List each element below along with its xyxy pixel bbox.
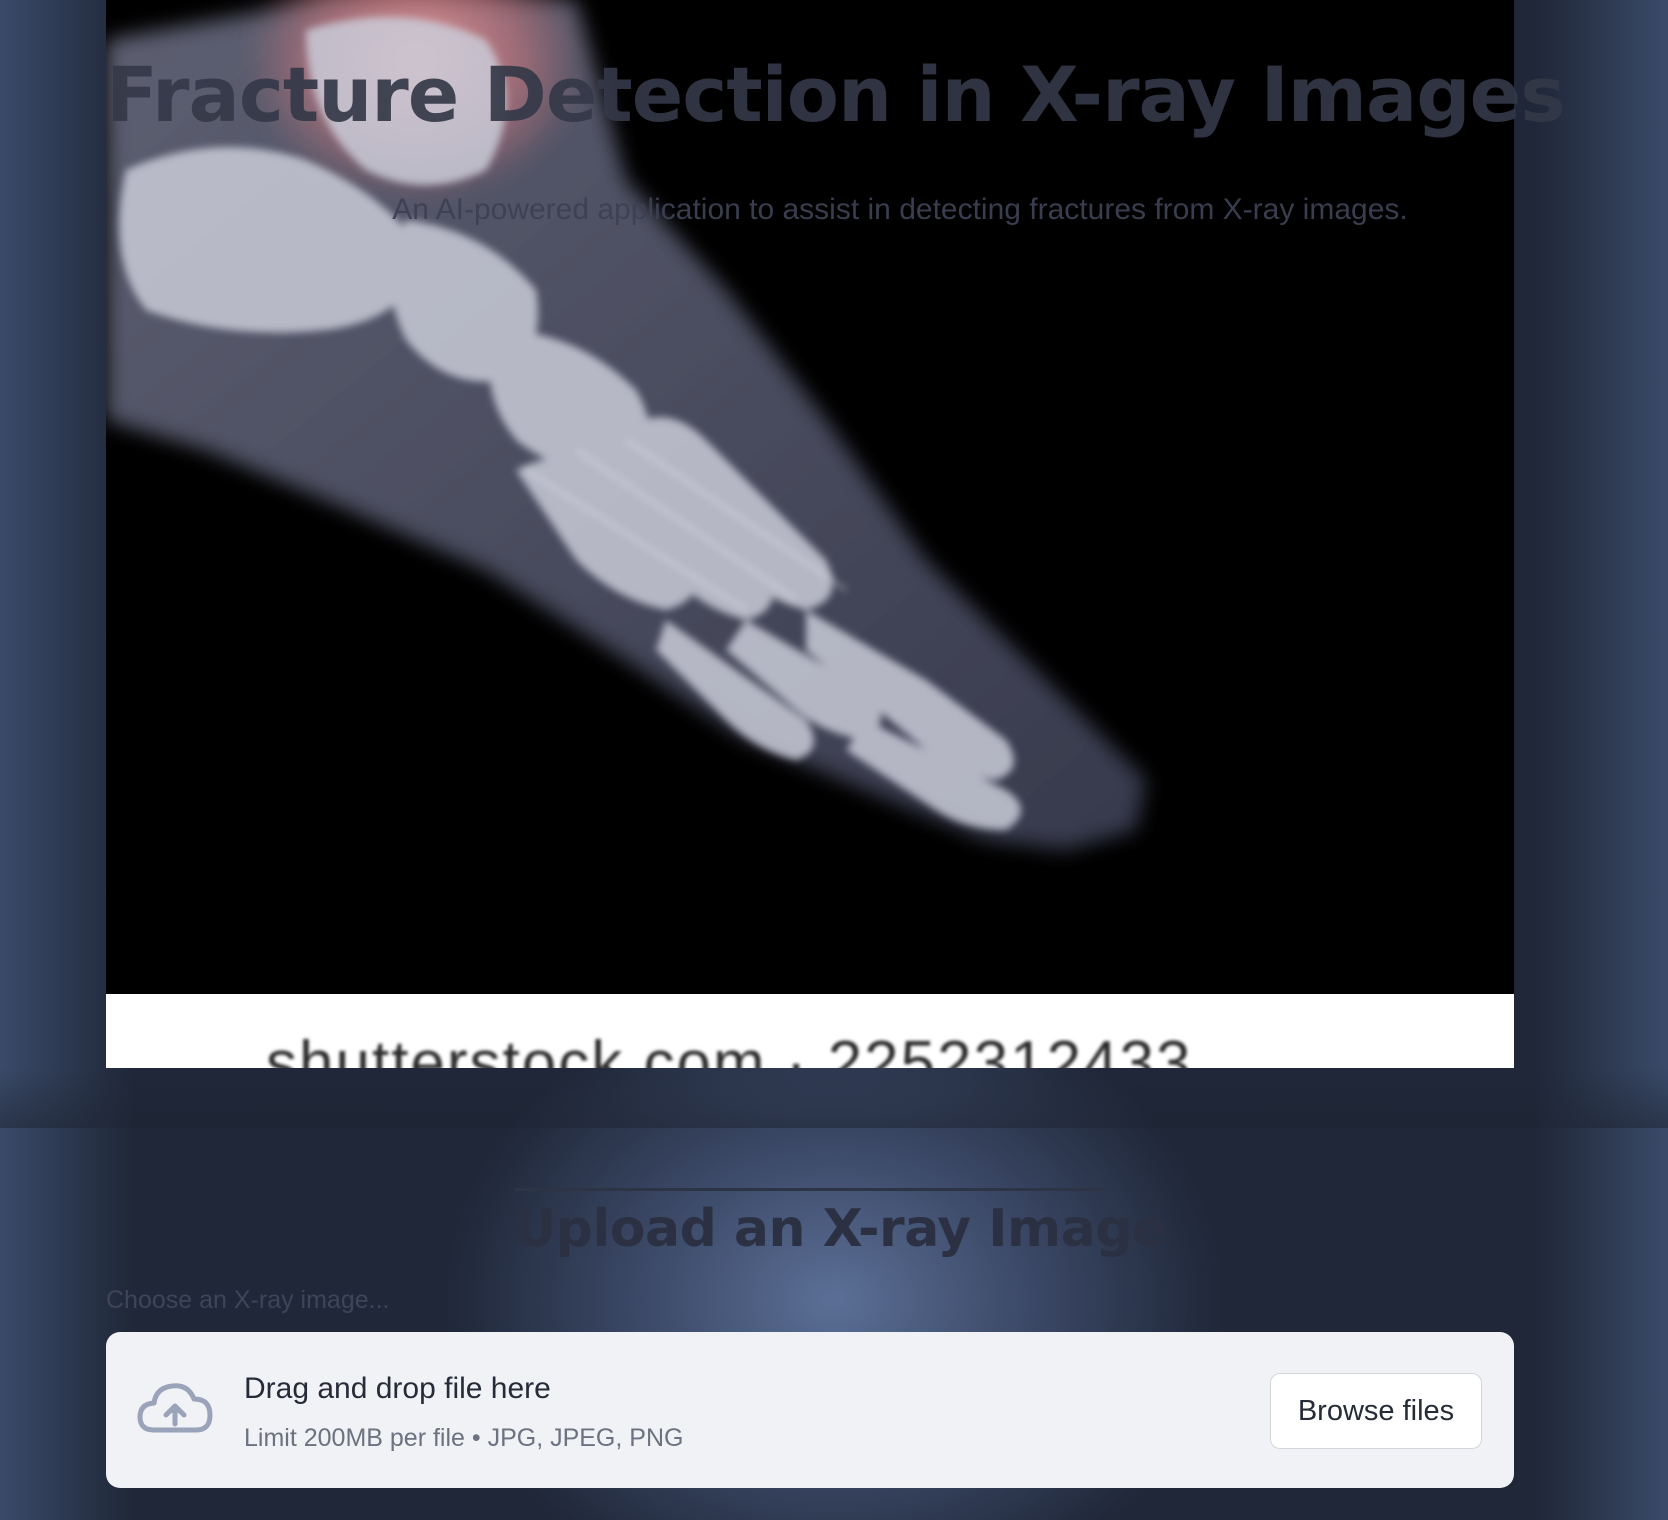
file-dropzone[interactable]: Drag and drop file here Limit 200MB per … bbox=[106, 1332, 1514, 1488]
file-uploader-label: Choose an X-ray image... bbox=[106, 1286, 390, 1314]
cloud-upload-icon bbox=[137, 1383, 213, 1433]
xray-image: shutterstock.com · 2252312433 bbox=[106, 0, 1514, 1068]
browse-files-button[interactable]: Browse files bbox=[1270, 1373, 1482, 1449]
page-subtitle: An AI-powered application to assist in d… bbox=[392, 193, 1408, 226]
dropzone-instructions: Drag and drop file here bbox=[244, 1372, 551, 1405]
dropzone-limit-text: Limit 200MB per file • JPG, JPEG, PNG bbox=[244, 1424, 684, 1452]
upload-section-header: Upload an X-ray Image bbox=[514, 1188, 1167, 1259]
foot-xray-graphic bbox=[106, 0, 1514, 1068]
page-title: Fracture Detection in X-ray Images bbox=[106, 50, 1565, 139]
watermark-strip: shutterstock.com · 2252312433 bbox=[106, 994, 1514, 1068]
watermark-text: shutterstock.com · 2252312433 bbox=[266, 1029, 1193, 1068]
upload-heading: Upload an X-ray Image bbox=[514, 1199, 1167, 1259]
